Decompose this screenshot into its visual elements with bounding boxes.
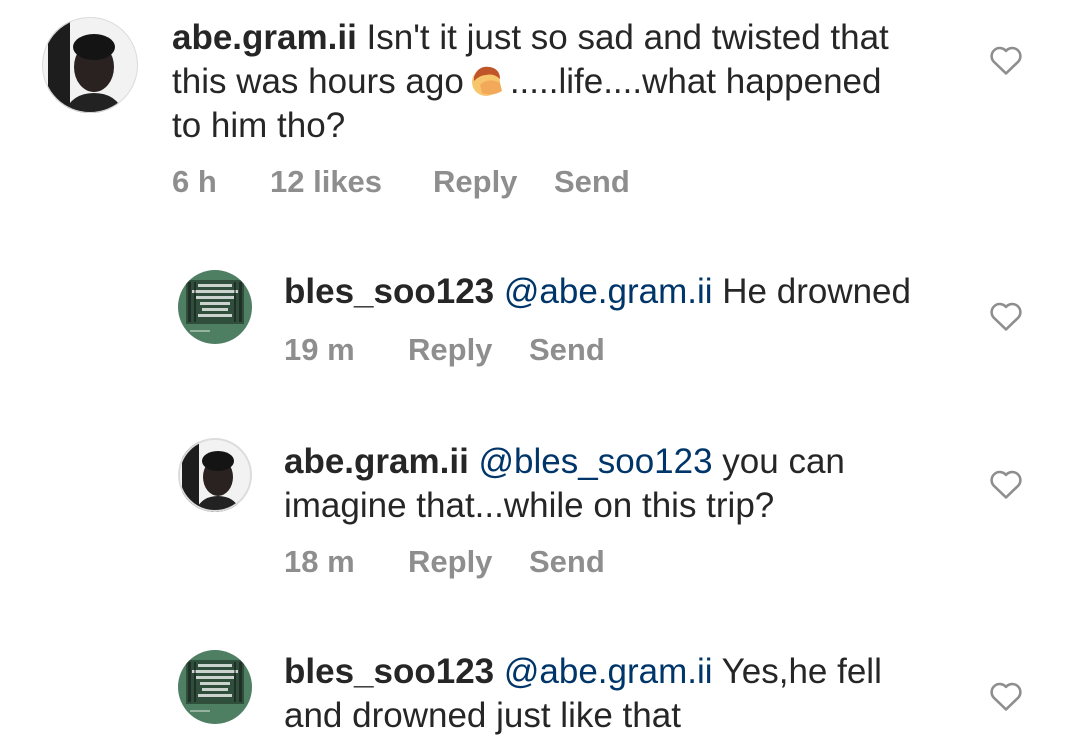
heart-outline-icon[interactable]	[989, 300, 1023, 332]
username[interactable]: bles_soo123	[284, 272, 494, 311]
reply-button[interactable]: Reply	[433, 164, 517, 200]
reply-comment-3: bles_soo123 @abe.gram.ii Yes,he fell and…	[0, 632, 1080, 740]
comment-text: abe.gram.ii Isn't it just so sad and twi…	[172, 18, 889, 145]
avatar[interactable]	[178, 438, 252, 512]
timestamp: 18 m	[284, 544, 355, 579]
reply-button[interactable]: Reply	[408, 544, 492, 580]
person-avatar-image	[42, 17, 138, 113]
username[interactable]: abe.gram.ii	[284, 442, 469, 481]
username[interactable]: abe.gram.ii	[172, 18, 357, 57]
comment-1: abe.gram.ii Isn't it just so sad and twi…	[0, 0, 1080, 230]
green-poster-avatar-image	[178, 650, 252, 724]
avatar[interactable]	[178, 270, 252, 344]
likes-count[interactable]: 12 likes	[270, 164, 382, 200]
heart-outline-icon[interactable]	[989, 680, 1023, 712]
send-button[interactable]: Send	[554, 164, 630, 200]
comment-meta: 18 m Reply Send	[284, 544, 704, 580]
green-poster-avatar-image	[178, 270, 252, 344]
person-avatar-image	[178, 438, 252, 512]
send-button[interactable]: Send	[529, 332, 605, 368]
mention-link[interactable]: @bles_soo123	[479, 442, 713, 481]
heart-outline-icon[interactable]	[989, 468, 1023, 500]
comment-meta: 6 h 12 likes Reply Send	[172, 164, 692, 200]
avatar[interactable]	[42, 17, 138, 113]
face-palm-emoji-icon	[470, 63, 506, 99]
timestamp: 19 m	[284, 332, 355, 367]
comment-text: abe.gram.ii @bles_soo123 you can imagine…	[284, 442, 845, 525]
reply-comment-1: bles_soo123 @abe.gram.ii He drowned 19 m…	[0, 250, 1080, 400]
timestamp: 6 h	[172, 164, 217, 199]
reply-comment-2: abe.gram.ii @bles_soo123 you can imagine…	[0, 420, 1080, 620]
heart-outline-icon[interactable]	[989, 44, 1023, 76]
send-button[interactable]: Send	[529, 544, 605, 580]
avatar[interactable]	[178, 650, 252, 724]
reply-button[interactable]: Reply	[408, 332, 492, 368]
comment-meta: 19 m Reply Send	[284, 332, 704, 368]
username[interactable]: bles_soo123	[284, 652, 494, 691]
mention-link[interactable]: @abe.gram.ii	[504, 652, 713, 691]
mention-link[interactable]: @abe.gram.ii	[504, 272, 713, 311]
comment-text: bles_soo123 @abe.gram.ii He drowned	[284, 272, 911, 311]
comment-text: bles_soo123 @abe.gram.ii Yes,he fell and…	[284, 652, 882, 735]
